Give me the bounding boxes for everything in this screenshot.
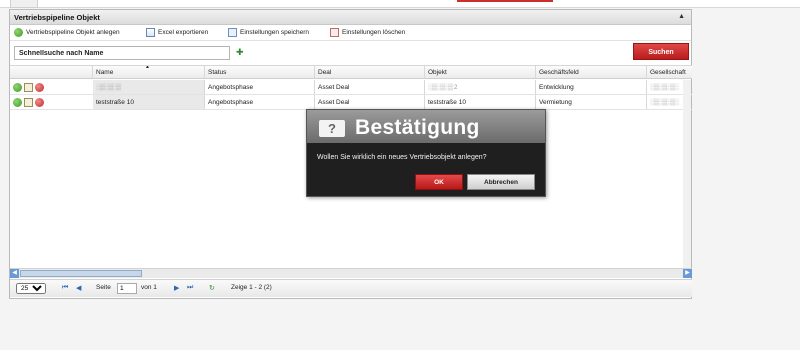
header-name[interactable]: Name ▲ <box>93 66 205 78</box>
toolbar: Vertriebspipeline Objekt anlegen Excel e… <box>10 25 691 41</box>
header-deal[interactable]: Deal <box>315 66 425 78</box>
top-tab[interactable] <box>10 0 38 8</box>
export-excel-label: Excel exportieren <box>158 29 209 36</box>
delete-settings-label: Einstellungen löschen <box>342 29 406 36</box>
cell-objekt: ░▒░▒░▒ 2 <box>425 80 536 94</box>
scrollbar-thumb[interactable] <box>20 270 142 277</box>
cell-objekt: teststraße 10 <box>425 95 536 109</box>
header-actions <box>10 66 93 78</box>
cancel-button[interactable]: Abbrechen <box>467 174 535 190</box>
grid-body: ░▒░▒░▒ Angebotsphase Asset Deal ░▒░▒░▒ 2… <box>10 80 692 110</box>
page-size-select[interactable]: 25 <box>16 283 46 294</box>
add-circle-icon <box>14 28 23 37</box>
header-geschaeftsfeld[interactable]: Geschäftsfeld <box>536 66 647 78</box>
header-gesellschaft[interactable]: Gesellschaft <box>647 66 692 78</box>
save-settings-button[interactable]: Einstellungen speichern <box>228 28 309 37</box>
delete-settings-button[interactable]: Einstellungen löschen <box>330 28 405 37</box>
horizontal-scrollbar[interactable]: ◀ ▶ <box>10 268 692 278</box>
ok-button[interactable]: OK <box>415 174 463 190</box>
top-strip <box>0 0 800 8</box>
save-settings-icon <box>228 28 237 37</box>
scroll-right-icon[interactable]: ▶ <box>683 269 692 278</box>
table-row[interactable]: ░▒░▒░▒ Angebotsphase Asset Deal ░▒░▒░▒ 2… <box>10 80 692 95</box>
dialog-message: Wollen Sie wirklich ein neues Vertriebso… <box>317 154 487 161</box>
table-row[interactable]: teststraße 10 Angebotsphase Asset Deal t… <box>10 95 692 110</box>
cell-geschaeftsfeld: Vermietung <box>536 95 647 109</box>
search-button[interactable]: Suchen <box>633 43 689 60</box>
export-excel-button[interactable]: Excel exportieren <box>146 28 208 37</box>
cell-status: Angebotsphase <box>205 95 315 109</box>
cell-name: ░▒░▒░▒ <box>93 80 205 94</box>
cell-name: teststraße 10 <box>93 95 205 109</box>
last-page-icon[interactable]: ⏭ <box>187 284 193 292</box>
page-label: Seite <box>96 284 111 291</box>
row-actions <box>13 98 44 107</box>
prev-page-icon[interactable]: ◀ <box>76 284 81 292</box>
question-icon: ? <box>319 120 345 137</box>
search-row: ✚ Suchen <box>10 41 691 63</box>
first-page-icon[interactable]: ⏮ <box>62 284 68 292</box>
open-icon[interactable] <box>13 83 22 92</box>
window-title: Vertriebspipeline Objekt <box>14 13 100 22</box>
cell-geschaeftsfeld: Entwicklung <box>536 80 647 94</box>
delete-settings-icon <box>330 28 339 37</box>
delete-icon[interactable] <box>35 98 44 107</box>
confirmation-dialog: ? Bestätigung Wollen Sie wirklich ein ne… <box>306 109 546 197</box>
paging-summary: Zeige 1 - 2 (2) <box>231 284 272 291</box>
top-accent-bar <box>457 0 553 2</box>
edit-icon[interactable] <box>24 98 33 107</box>
page-number-input[interactable] <box>117 283 137 294</box>
save-settings-label: Einstellungen speichern <box>240 29 310 36</box>
sort-asc-icon: ▲ <box>145 66 150 70</box>
dialog-title: Bestätigung <box>355 116 480 139</box>
cell-deal: Asset Deal <box>315 95 425 109</box>
quick-search-input[interactable] <box>14 46 230 60</box>
refresh-icon[interactable]: ↻ <box>209 284 215 292</box>
excel-icon <box>146 28 155 37</box>
delete-icon[interactable] <box>35 83 44 92</box>
vertical-scrollbar[interactable] <box>683 80 691 276</box>
grid-header: Name ▲ Status Deal Objekt Geschäftsfeld … <box>10 65 692 79</box>
new-object-label: Vertriebspipeline Objekt anlegen <box>26 29 120 36</box>
add-filter-icon[interactable]: ✚ <box>236 48 245 57</box>
header-status[interactable]: Status <box>205 66 315 78</box>
new-object-button[interactable]: Vertriebspipeline Objekt anlegen <box>14 28 120 37</box>
row-actions <box>13 83 44 92</box>
window-titlebar: Vertriebspipeline Objekt ▲ <box>10 10 691 25</box>
pager-bar: 25 ⏮ ◀ Seite von 1 ▶ ⏭ ↻ Zeige 1 - 2 (2) <box>10 279 692 297</box>
scroll-left-icon[interactable]: ◀ <box>10 269 19 278</box>
cell-status: Angebotsphase <box>205 80 315 94</box>
collapse-icon[interactable]: ▲ <box>678 13 685 20</box>
header-objekt[interactable]: Objekt <box>425 66 536 78</box>
edit-icon[interactable] <box>24 83 33 92</box>
next-page-icon[interactable]: ▶ <box>174 284 179 292</box>
cell-deal: Asset Deal <box>315 80 425 94</box>
dialog-header: ? Bestätigung <box>307 110 545 143</box>
page-count: von 1 <box>141 284 157 291</box>
open-icon[interactable] <box>13 98 22 107</box>
